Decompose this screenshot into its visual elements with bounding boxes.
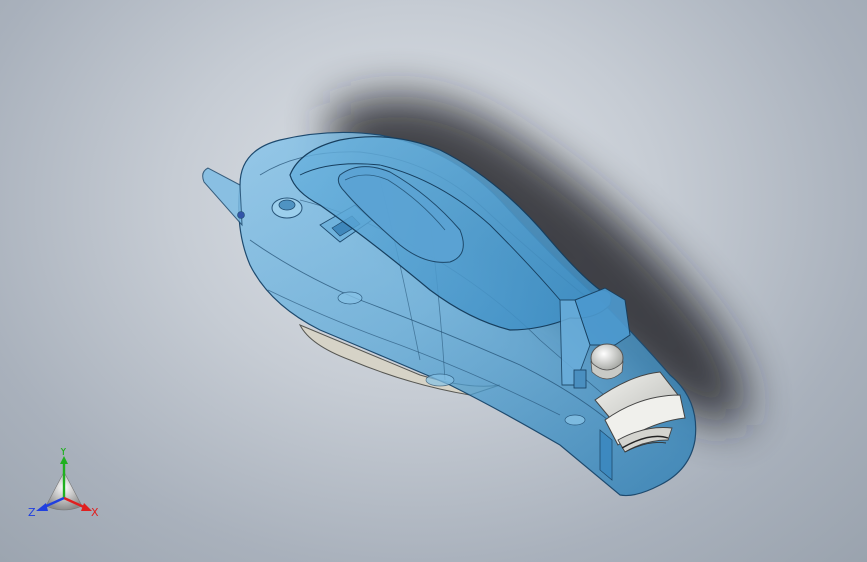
triad-x-label: X (91, 506, 99, 519)
view-triad[interactable]: Y X Z (24, 448, 106, 524)
triad-y-label: Y (59, 448, 67, 458)
pivot-ball[interactable] (590, 343, 624, 380)
triad-z-label: Z (28, 506, 36, 519)
nail-clipper-model[interactable] (0, 0, 867, 562)
3d-viewport[interactable]: Y X Z (0, 0, 867, 562)
